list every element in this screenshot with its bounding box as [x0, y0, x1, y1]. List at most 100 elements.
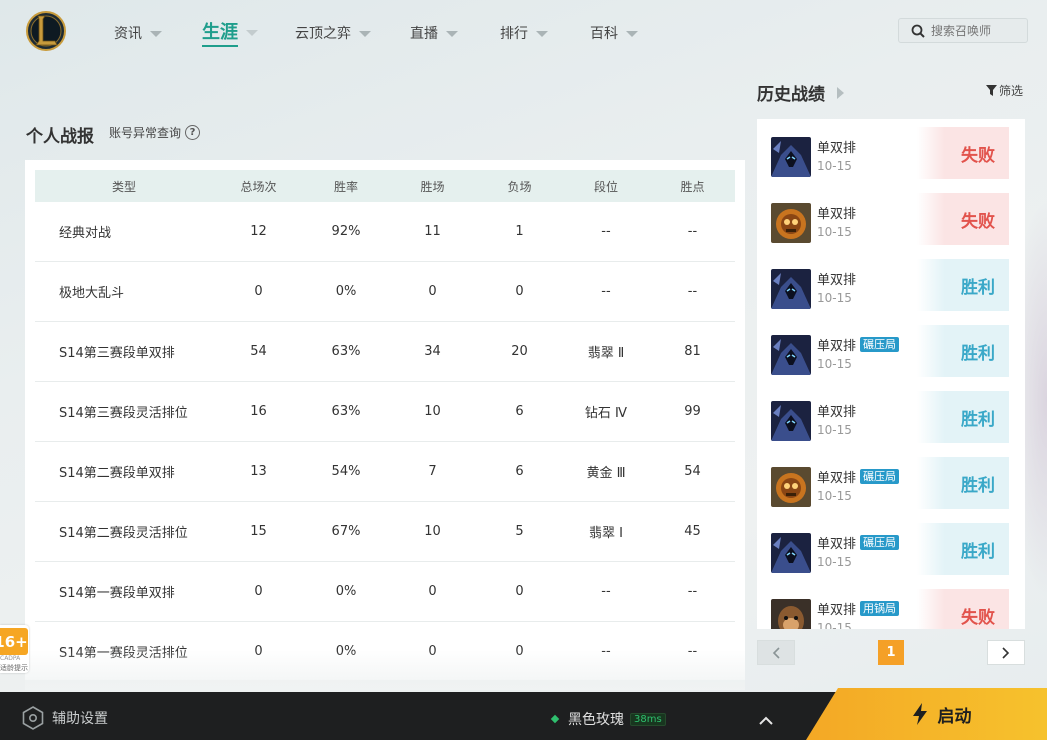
cell-wins: 10 — [424, 404, 441, 419]
cell-winrate: 54% — [331, 464, 361, 479]
server-selector[interactable]: 黑色玫瑰 38ms — [550, 709, 666, 729]
match-mode-label: 单双排 — [817, 273, 857, 288]
next-page-button[interactable] — [987, 640, 1025, 665]
match-result: 胜利 — [917, 523, 1009, 575]
stats-panel: 类型 总场次 胜率 胜场 负场 段位 胜点 经典对战 12 92% 11 1 -- -- 极… — [25, 160, 745, 680]
age-rating-label: 适龄提示 — [0, 664, 28, 672]
match-mode: 单双排 — [817, 269, 856, 288]
match-date: 10-15 — [817, 225, 852, 239]
cell-type: S14第二赛段灵活排位 — [59, 526, 188, 541]
nav-tft[interactable]: 云顶之弈 — [295, 20, 371, 46]
match-date: 10-15 — [817, 357, 852, 371]
match-item[interactable]: 单双排 10-15 失败 — [771, 193, 1009, 251]
match-mode-label: 单双排 — [817, 339, 857, 354]
cell-total: 13 — [250, 464, 267, 479]
match-result: 胜利 — [917, 325, 1009, 377]
match-mode: 单双排 — [817, 137, 856, 156]
lol-logo[interactable] — [26, 10, 66, 52]
cell-lp: 54 — [684, 464, 701, 479]
chevron-down-icon — [536, 30, 548, 37]
cell-losses: 1 — [515, 224, 524, 239]
champion-avatar — [771, 599, 811, 629]
match-history-list[interactable]: 单双排 10-15 失败 单双排 10-15 失败 单双排 10-15 胜利 单双排 碾压局 10-1… — [757, 119, 1025, 629]
match-tag-badge: 碾压局 — [860, 535, 900, 550]
settings-hex-icon — [22, 706, 44, 730]
filter-button[interactable]: 筛选 — [986, 82, 1023, 99]
cell-lp: 81 — [684, 344, 701, 359]
champion-avatar — [771, 269, 811, 309]
table-row: S14第二赛段灵活排位 15 67% 10 5 翡翠 Ⅰ 45 — [35, 502, 735, 562]
match-mode: 单双排 — [817, 203, 856, 222]
cell-losses: 0 — [515, 284, 524, 299]
nav-label: 百科 — [590, 26, 618, 42]
nav-rank[interactable]: 排行 — [500, 20, 548, 46]
cell-winrate: 63% — [331, 404, 361, 419]
cell-winrate: 0% — [335, 584, 357, 599]
search-box[interactable] — [898, 18, 1028, 43]
cell-wins: 7 — [428, 464, 437, 479]
match-tag-badge: 用锅局 — [860, 601, 900, 616]
match-item[interactable]: 单双排 碾压局 10-15 胜利 — [771, 457, 1009, 515]
cell-losses: 6 — [515, 464, 524, 479]
match-tag-badge: 碾压局 — [860, 337, 900, 352]
match-item[interactable]: 单双排 10-15 胜利 — [771, 259, 1009, 317]
history-title[interactable]: 历史战绩 — [757, 80, 844, 105]
match-item[interactable]: 单双排 用锅局 10-15 失败 — [771, 589, 1009, 629]
header-total: 总场次 — [240, 179, 277, 194]
help-icon[interactable]: ? — [185, 125, 201, 140]
match-mode: 单双排 用锅局 — [817, 599, 900, 618]
champion-avatar — [771, 467, 811, 507]
match-mode: 单双排 — [817, 401, 856, 420]
cell-lp: -- — [687, 284, 698, 299]
cell-total: 16 — [250, 404, 267, 419]
match-result: 胜利 — [917, 457, 1009, 509]
chevron-right-icon — [1002, 646, 1010, 659]
account-check-link[interactable]: 账号异常查询? — [109, 124, 201, 141]
cell-total: 0 — [254, 584, 263, 599]
current-page[interactable]: 1 — [878, 640, 904, 665]
cell-type: S14第一赛段单双排 — [59, 586, 175, 601]
stats-table: 类型 总场次 胜率 胜场 负场 段位 胜点 经典对战 12 92% 11 1 -- -- 极… — [35, 170, 735, 680]
ping-badge: 38ms — [630, 712, 666, 726]
cell-wins: 34 — [424, 344, 441, 359]
match-item[interactable]: 单双排 碾压局 10-15 胜利 — [771, 325, 1009, 383]
filter-icon — [986, 85, 997, 96]
champion-avatar — [771, 533, 811, 573]
nav-live[interactable]: 直播 — [410, 20, 458, 46]
cell-rank: 翡翠 Ⅱ — [587, 346, 625, 361]
cell-winrate: 67% — [331, 524, 361, 539]
match-item[interactable]: 单双排 碾压局 10-15 胜利 — [771, 523, 1009, 581]
cell-type: 极地大乱斗 — [59, 286, 125, 301]
lightning-icon — [912, 703, 927, 725]
cell-rank: 黄金 Ⅲ — [586, 466, 626, 481]
chevron-down-icon — [359, 30, 371, 37]
chevron-left-icon — [772, 646, 780, 659]
launch-button[interactable]: 启动 — [806, 688, 1047, 740]
assist-settings-label: 辅助设置 — [52, 711, 108, 727]
assist-settings-button[interactable]: 辅助设置 — [22, 706, 108, 730]
table-row: 经典对战 12 92% 11 1 -- -- — [35, 202, 735, 262]
match-mode: 单双排 碾压局 — [817, 467, 900, 486]
nav-wiki[interactable]: 百科 — [590, 20, 638, 46]
match-item[interactable]: 单双排 10-15 失败 — [771, 127, 1009, 185]
table-row: S14第三赛段灵活排位 16 63% 10 6 钻石 Ⅳ 99 — [35, 382, 735, 442]
header-winrate: 胜率 — [333, 179, 358, 194]
cell-type: S14第三赛段灵活排位 — [59, 406, 188, 421]
cell-losses: 20 — [511, 344, 528, 359]
cell-lp: -- — [687, 224, 698, 239]
match-item[interactable]: 单双排 10-15 胜利 — [771, 391, 1009, 449]
header-wins: 胜场 — [420, 179, 445, 194]
chevron-down-icon — [246, 29, 258, 36]
cell-lp: 45 — [684, 524, 701, 539]
filter-label: 筛选 — [999, 84, 1024, 98]
match-mode-label: 单双排 — [817, 207, 857, 222]
chevron-up-icon — [759, 716, 773, 725]
match-date: 10-15 — [817, 555, 852, 569]
nav-career[interactable]: 生涯 — [202, 19, 258, 47]
age-rating-number: 16+ — [0, 628, 28, 655]
page-title: 个人战报 — [26, 127, 94, 147]
expand-up-button[interactable] — [759, 711, 773, 730]
search-input[interactable] — [931, 23, 1027, 38]
nav-news[interactable]: 资讯 — [114, 20, 162, 46]
prev-page-button[interactable] — [757, 640, 795, 665]
